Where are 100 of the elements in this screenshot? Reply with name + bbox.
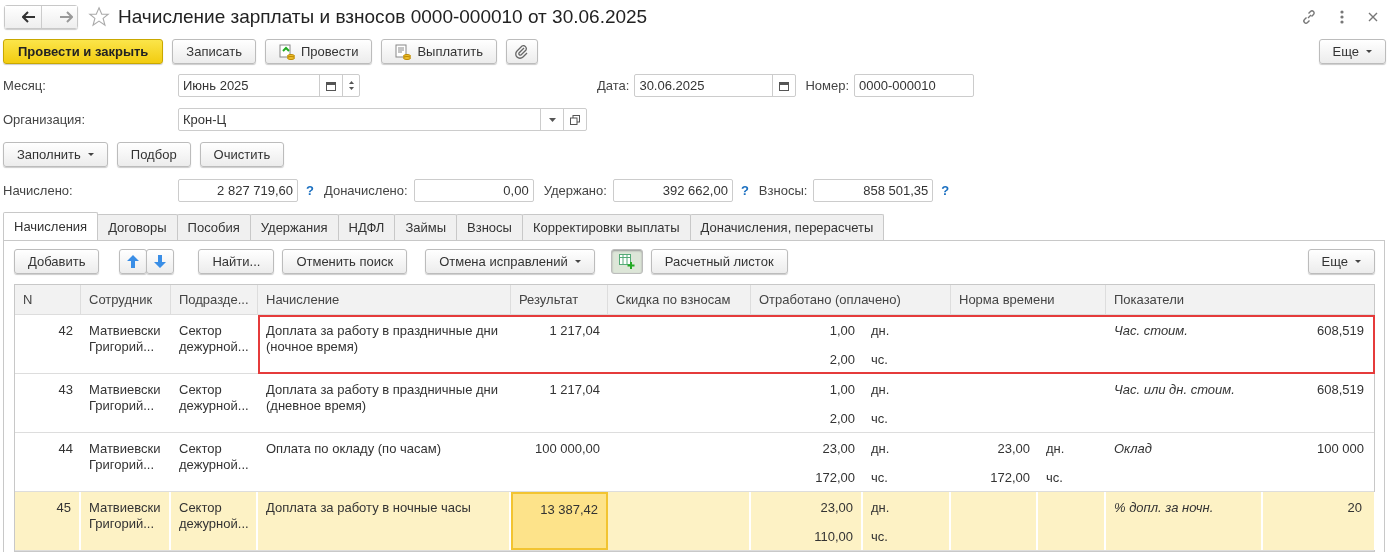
- total-field: 2 827 719,60: [178, 179, 298, 202]
- table-cell-text: 100 000: [1316, 440, 1365, 458]
- help-link[interactable]: ?: [740, 183, 749, 198]
- tab[interactable]: Пособия: [176, 214, 251, 240]
- move-down-button[interactable]: [146, 249, 175, 274]
- table-cell: 45: [15, 492, 81, 550]
- grid-button[interactable]: [610, 249, 643, 274]
- post-button[interactable]: Провести: [264, 39, 373, 64]
- table-cell-text: 172,00: [989, 469, 1031, 487]
- table-cell: Матвиевски Григорий...: [81, 492, 171, 550]
- table-cell-text: 43: [57, 381, 74, 399]
- more-button[interactable]: Еще: [1307, 249, 1375, 274]
- forward-arrow-icon: [58, 10, 73, 23]
- table-cell-text: 23,00: [821, 440, 856, 458]
- up-arrow-icon: [127, 255, 140, 268]
- column-header[interactable]: Отработано (оплачено): [751, 285, 951, 314]
- tab[interactable]: Удержания: [249, 214, 339, 240]
- column-header[interactable]: N: [15, 285, 81, 314]
- table-row[interactable]: 45 Матвиевски Григорий... Сектор дежурной... Доплата за работу в ночные часы 13 387,42 23,00 дн. 110,00 чс. % допл. за ночн. 20: [15, 492, 1374, 551]
- tab[interactable]: Доначисления, перерасчеты: [689, 214, 885, 240]
- table-cell-text: дн.: [870, 381, 891, 399]
- table-cell-text: 2,00: [828, 351, 856, 369]
- table-cell-text: Доплата за работу в праздничные дни (дневное время): [265, 381, 499, 415]
- table-cell-text: 42: [57, 322, 74, 340]
- fill-button[interactable]: Заполнить: [3, 142, 108, 167]
- fill-button[interactable]: Подбор: [116, 142, 191, 167]
- column-header[interactable]: Норма времени: [951, 285, 1106, 314]
- help-link[interactable]: ?: [941, 183, 950, 198]
- tab[interactable]: Корректировки выплаты: [521, 214, 691, 240]
- column-header[interactable]: Сотрудник: [81, 285, 171, 314]
- pay-button[interactable]: Выплатить: [381, 39, 497, 64]
- column-header[interactable]: Начисление: [258, 285, 511, 314]
- table-cell-text: Сектор дежурной...: [178, 322, 250, 356]
- payslip-button[interactable]: Расчетный листок: [650, 249, 788, 274]
- tab[interactable]: НДФЛ: [337, 214, 396, 240]
- undo-corrections-button[interactable]: Отмена исправлений: [425, 249, 595, 274]
- date-field[interactable]: 30.06.2025: [634, 74, 797, 97]
- table-cell-text: Матвиевски Григорий...: [88, 322, 162, 356]
- month-field[interactable]: Июнь 2025: [178, 74, 360, 97]
- spin-down-icon[interactable]: [348, 87, 354, 91]
- open-icon[interactable]: [570, 114, 580, 125]
- attach-button[interactable]: [505, 39, 538, 64]
- tab[interactable]: Займы: [394, 214, 458, 240]
- down-arrow-icon: [154, 255, 167, 268]
- close-icon[interactable]: [1367, 10, 1379, 23]
- table-cell-text: Час. стоим.: [1113, 322, 1189, 340]
- table-cell: Сектор дежурной...: [171, 492, 258, 550]
- total-label: Взносы:: [758, 183, 808, 198]
- save-button[interactable]: Записать: [172, 39, 256, 64]
- more-button[interactable]: Еще: [1318, 39, 1386, 64]
- table-cell-text: 1,00: [828, 322, 856, 340]
- table-cell: 110,00: [751, 521, 863, 550]
- table-cell-text: Сектор дежурной...: [178, 381, 250, 415]
- more-icon[interactable]: [1339, 8, 1345, 25]
- move-up-button[interactable]: [119, 249, 148, 274]
- column-header[interactable]: Результат: [511, 285, 608, 314]
- table-cell-text: 172,00: [814, 469, 856, 487]
- link-icon[interactable]: [1301, 8, 1317, 25]
- table-cell-text: чс.: [870, 469, 889, 487]
- tab[interactable]: Взносы: [456, 214, 523, 240]
- total-label: Удержано:: [543, 183, 607, 198]
- spin-up-icon[interactable]: [348, 80, 354, 84]
- table-cell-text: 100 000,00: [533, 440, 601, 458]
- table-cell: 20: [1263, 492, 1376, 550]
- organization-field[interactable]: Крон-Ц: [178, 108, 587, 131]
- table-row[interactable]: 43 Матвиевски Григорий... Сектор дежурной... Доплата за работу в праздничные дни (дневное время) 1 217,04 1,00 дн. 2,00 чс. Час. или дн. стоим. 608,519: [15, 374, 1374, 433]
- column-header[interactable]: Скидка по взносам: [608, 285, 751, 314]
- add-button[interactable]: Добавить: [14, 249, 100, 274]
- table-cell-text: Час. или дн. стоим.: [1113, 381, 1236, 399]
- find-button[interactable]: Найти...: [198, 249, 275, 274]
- paperclip-icon: [514, 44, 529, 59]
- organization-label: Организация:: [3, 112, 87, 127]
- date-label: Дата:: [597, 78, 630, 93]
- post-and-close-button[interactable]: Провести и закрыть: [3, 39, 164, 64]
- table-cell-text: Оклад: [1113, 440, 1153, 458]
- number-field[interactable]: 0000-000010: [854, 74, 975, 97]
- number-label: Номер:: [805, 78, 850, 93]
- back-button[interactable]: [5, 5, 41, 28]
- table-cell: 23,00: [751, 492, 863, 521]
- fill-button[interactable]: Очистить: [199, 142, 285, 167]
- window-title: Начисление зарплаты и взносов 0000-000010 от 30.06.2025: [118, 5, 648, 28]
- total-field: 0,00: [413, 179, 534, 202]
- table-cell-text: дн.: [1045, 440, 1066, 458]
- tab[interactable]: Начисления: [3, 212, 99, 240]
- column-header[interactable]: Подразде...: [171, 285, 258, 314]
- tab[interactable]: Договоры: [97, 214, 178, 240]
- column-header[interactable]: Показатели: [1106, 285, 1376, 314]
- table-row[interactable]: 42 Матвиевски Григорий... Сектор дежурной... Доплата за работу в праздничные дни (ночное время) 1 217,04 1,00 дн. 2,00 чс. Час. стоим. 608,519: [15, 315, 1374, 374]
- table-cell: Доплата за работу в ночные часы: [258, 492, 511, 550]
- total-field: 858 501,35: [813, 179, 934, 202]
- table-cell: чс.: [863, 521, 951, 550]
- help-link[interactable]: ?: [306, 183, 314, 198]
- table-plus-icon: [618, 254, 635, 269]
- star-icon[interactable]: [88, 5, 110, 28]
- calendar-icon[interactable]: [326, 80, 336, 91]
- table-cell-text: дн.: [870, 322, 891, 340]
- calendar-icon[interactable]: [779, 80, 790, 91]
- dropdown-icon[interactable]: [548, 117, 556, 122]
- cancel-search-button[interactable]: Отменить поиск: [282, 249, 408, 274]
- table-cell-text: дн.: [870, 440, 891, 458]
